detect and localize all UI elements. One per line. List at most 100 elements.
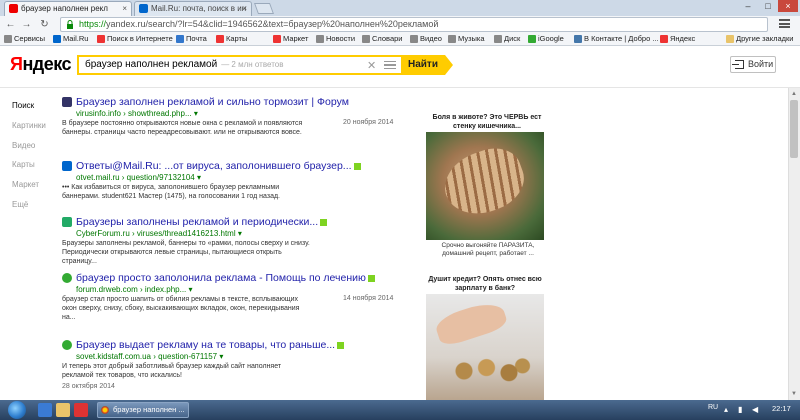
bookmark-item[interactable]: Сервисы (4, 33, 45, 45)
bookmark-item[interactable]: Музыка (448, 33, 485, 45)
result-title-rest: на те товары, что раньше... (198, 339, 336, 351)
scroll-down-icon[interactable]: ▼ (790, 390, 798, 398)
result-date: 20 ноября 2014 (343, 119, 394, 126)
bookmarks-bar: Сервисы Mail.Ru Поиск в Интернете Почта … (0, 33, 800, 46)
logo-ndex: ндекс (22, 54, 72, 74)
address-bar[interactable]: https://yandex.ru/search/?lr=54&clid=194… (60, 17, 768, 32)
taskbar-task-chrome[interactable]: браузер наполнен ... (97, 402, 189, 418)
result-title-link[interactable]: Браузер заполнен рекламой и сильно тормо… (76, 96, 349, 108)
nav-market[interactable]: Маркет (12, 179, 52, 199)
result-title-link[interactable]: Ответы@Mail.Ru: ...от вируса, заполонивш… (76, 160, 361, 172)
result-url[interactable]: CyberForum.ru › viruses/thread1416213.ht… (76, 229, 242, 238)
close-window-button[interactable]: × (778, 0, 798, 12)
bookmark-item[interactable]: Почта (176, 33, 207, 45)
tab-label: браузер наполнен рекл (21, 4, 108, 13)
search-header: Яндекс браузер наполнен рекламой — 2 млн … (0, 46, 800, 88)
video-icon (410, 35, 418, 43)
ad-title[interactable]: Душит кредит? Опять отнес всю зарплату в… (420, 275, 550, 293)
media-player-icon[interactable] (74, 403, 88, 417)
scroll-up-icon[interactable]: ▲ (790, 90, 798, 98)
search-input[interactable]: браузер наполнен рекламой — 2 млн ответов (77, 55, 401, 75)
search-settings-icon[interactable] (384, 61, 396, 69)
tray-expand-icon[interactable]: ▴ (724, 405, 728, 414)
mail-icon (176, 35, 184, 43)
result-title-bold: Браузер выдает рекламу (76, 339, 199, 351)
bookmark-item[interactable]: Маркет (273, 33, 308, 45)
site-favicon-icon (62, 217, 72, 227)
bookmark-item[interactable]: Карты (216, 33, 247, 45)
close-icon[interactable]: × (242, 2, 247, 15)
yandex-logo[interactable]: Яндекс (10, 54, 72, 75)
language-indicator[interactable]: RU (708, 404, 718, 411)
bookmark-label: iGoogle (538, 34, 564, 43)
new-tab-button[interactable] (253, 3, 275, 14)
bookmark-label: Почта (186, 34, 207, 43)
close-icon[interactable]: × (122, 2, 127, 15)
igoogle-icon (528, 35, 536, 43)
clock[interactable]: 22:17 (772, 404, 791, 413)
clear-icon[interactable]: ✕ (367, 59, 376, 72)
bookmark-label: Сервисы (14, 34, 46, 43)
result-url[interactable]: forum.drweb.com › index.php... ▾ (76, 285, 193, 294)
yandex-favicon-icon (9, 4, 18, 13)
bookmark-item[interactable]: iGoogle (528, 33, 564, 45)
ad-caption[interactable]: Срочно выгоняйте ПАРАЗИТА, домашний реце… (430, 242, 546, 258)
minimize-button[interactable]: – (738, 0, 758, 12)
bookmark-item[interactable]: В Контакте | Добро ... (574, 33, 659, 45)
bookmark-item[interactable]: Новости (316, 33, 355, 45)
tab-yandex-search[interactable]: браузер наполнен рекл × (4, 1, 132, 16)
safe-site-icon (367, 274, 375, 282)
scrollbar-thumb[interactable] (790, 100, 798, 158)
nav-search[interactable]: Поиск (12, 100, 52, 120)
network-icon[interactable]: ▮ (738, 405, 742, 414)
result-url[interactable]: virusinfo.info › showthread.php... ▾ (76, 109, 198, 118)
result-url[interactable]: sovet.kidstaff.com.ua › question-671157 … (76, 352, 223, 361)
result-title-rest: просто заполонила реклама - Помощь по ле… (115, 272, 366, 284)
result-snippet: браузер стал просто шапить от обилия рек… (62, 296, 300, 321)
bookmark-item[interactable]: Видео (410, 33, 442, 45)
find-button[interactable]: Найти (401, 55, 453, 75)
safe-site-icon (337, 341, 345, 349)
forward-button[interactable]: → (20, 18, 33, 31)
nav-more[interactable]: Ещё (12, 199, 52, 219)
reload-button[interactable]: ↻ (38, 18, 51, 31)
dictionary-icon (362, 35, 370, 43)
task-label: браузер наполнен ... (113, 405, 185, 414)
ad-title[interactable]: Боля в животе? Это ЧЕРВЬ ест стенку кише… (424, 113, 550, 131)
browser-menu-icon[interactable] (779, 19, 790, 28)
volume-icon[interactable]: ◀ (752, 405, 758, 414)
url-text: yandex.ru/search/?lr=54&clid=1946562&tex… (106, 19, 439, 29)
bookmark-item[interactable]: Поиск в Интернете (97, 33, 173, 45)
mailru-favicon-icon (139, 4, 148, 13)
apps-icon (4, 35, 12, 43)
search-results-count: — 2 млн ответов (221, 60, 284, 69)
nav-video[interactable]: Видео (12, 140, 52, 160)
result-title-link[interactable]: браузер просто заполонила реклама - Помо… (76, 272, 375, 284)
nav-maps[interactable]: Карты (12, 159, 52, 179)
bookmark-item[interactable]: Диск (494, 33, 520, 45)
login-button[interactable]: Войти (730, 56, 776, 73)
ie-icon[interactable] (38, 403, 52, 417)
bookmark-item[interactable]: Mail.Ru (53, 33, 88, 45)
bookmark-item[interactable]: Яндекс (660, 33, 695, 45)
explorer-folder-icon[interactable] (56, 403, 70, 417)
start-button[interactable] (8, 401, 26, 419)
search-verticals-nav: Поиск Картинки Видео Карты Маркет Ещё (12, 100, 52, 219)
bookmark-label: Музыка (458, 34, 485, 43)
maximize-button[interactable]: □ (758, 0, 778, 12)
back-button[interactable]: ← (4, 18, 17, 31)
nav-images[interactable]: Картинки (12, 120, 52, 140)
tab-mail-ru[interactable]: Mail.Ru: почта, поиск в ин × (134, 1, 252, 16)
result-title-link[interactable]: Браузеры заполнены рекламой и периодичес… (76, 216, 328, 228)
yandex-icon (660, 35, 668, 43)
ad-image-worm[interactable] (426, 132, 544, 240)
result-url[interactable]: otvet.mail.ru › question/97132104 ▾ (76, 173, 201, 182)
bookmark-label: Словари (372, 34, 403, 43)
login-icon (732, 60, 744, 69)
bookmark-item[interactable]: Другие закладки (726, 33, 793, 45)
ad-image-coins[interactable] (426, 294, 544, 400)
bookmark-item[interactable]: Словари (362, 33, 402, 45)
bookmark-label: Mail.Ru (63, 34, 89, 43)
bookmark-label: Новости (326, 34, 356, 43)
result-title-link[interactable]: Браузер выдает рекламу на те товары, что… (76, 339, 345, 351)
